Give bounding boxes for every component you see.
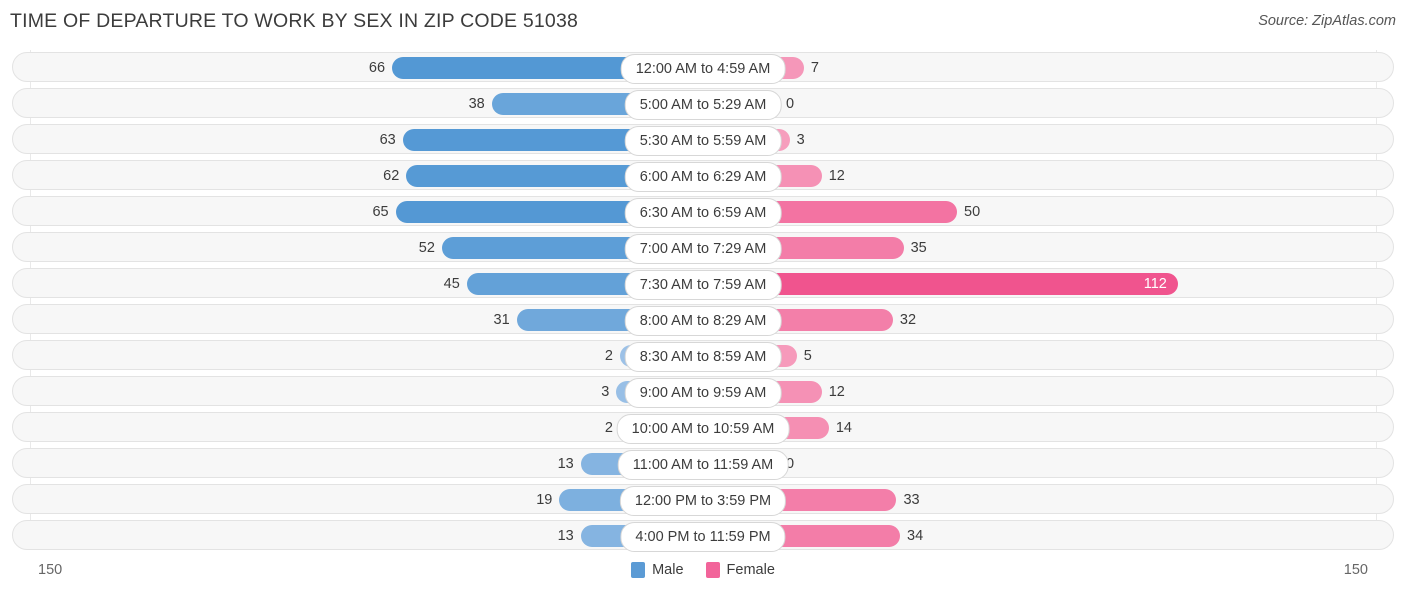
source-attribution: Source: ZipAtlas.com (1258, 13, 1396, 29)
bar-value-female: 14 (835, 420, 852, 436)
category-label: 6:00 AM to 6:29 AM (624, 162, 782, 192)
bar-value-female: 3 (796, 132, 805, 148)
table-row[interactable]: 38 0 5:00 AM to 5:29 AM (12, 88, 1394, 120)
bar-value-female: 112 (1143, 276, 1167, 292)
chart-footer: 150 150 Male Female (0, 552, 1406, 595)
category-label: 12:00 PM to 3:59 PM (619, 486, 787, 516)
table-row[interactable]: 13 34 4:00 PM to 11:59 PM (12, 520, 1394, 552)
table-row[interactable]: 31 32 8:00 AM to 8:29 AM (12, 304, 1394, 336)
category-label: 9:00 AM to 9:59 AM (624, 378, 782, 408)
category-label: 6:30 AM to 6:59 AM (624, 198, 782, 228)
bar-value-female: 35 (910, 240, 927, 256)
bar-value-male: 45 (443, 276, 460, 292)
chart-plot-area: 66 7 12:00 AM to 4:59 AM 38 0 5:00 AM to 5:29… (0, 46, 1406, 552)
table-row[interactable]: 62 12 6:00 AM to 6:29 AM (12, 160, 1394, 192)
bar-value-female: 0 (786, 96, 795, 112)
legend-swatch-male-icon (631, 562, 646, 578)
bar-value-female: 50 (964, 204, 981, 220)
bar-value-male: 65 (372, 204, 389, 220)
category-label: 5:00 AM to 5:29 AM (624, 90, 782, 120)
table-row[interactable]: 66 7 12:00 AM to 4:59 AM (12, 52, 1394, 84)
table-row[interactable]: 3 12 9:00 AM to 9:59 AM (12, 376, 1394, 408)
bar-value-female: 5 (803, 348, 812, 364)
legend-label-male: Male (652, 562, 684, 578)
table-row[interactable]: 63 3 5:30 AM to 5:59 AM (12, 124, 1394, 156)
category-label: 10:00 AM to 10:59 AM (616, 414, 790, 444)
category-label: 8:30 AM to 8:59 AM (624, 342, 782, 372)
bar-value-male: 66 (368, 60, 386, 76)
bar-value-male: 63 (379, 132, 396, 148)
bar-value-female: 33 (903, 492, 920, 508)
table-row[interactable]: 65 50 6:30 AM to 6:59 AM (12, 196, 1394, 228)
bar-value-male: 38 (468, 96, 485, 112)
chart-header: TIME OF DEPARTURE TO WORK BY SEX IN ZIP … (0, 0, 1406, 46)
category-label: 5:30 AM to 5:59 AM (624, 126, 782, 156)
bar-value-female: 34 (907, 528, 924, 544)
bar-value-female: 32 (899, 312, 917, 328)
table-row[interactable]: 52 35 7:00 AM to 7:29 AM (12, 232, 1394, 264)
legend-label-female: Female (726, 562, 775, 578)
category-label: 8:00 AM to 8:29 AM (624, 306, 782, 336)
table-row[interactable]: 2 14 10:00 AM to 10:59 AM (12, 412, 1394, 444)
legend-item-male[interactable]: Male (631, 562, 684, 578)
bar-value-male: 52 (418, 240, 435, 256)
category-label: 7:00 AM to 7:29 AM (624, 234, 782, 264)
bar-value-male: 62 (383, 168, 400, 184)
bar-value-female: 7 (810, 60, 819, 76)
category-label: 4:00 PM to 11:59 PM (620, 522, 786, 552)
bar-value-male: 31 (493, 312, 510, 328)
bar-value-male: 3 (601, 384, 610, 400)
table-row[interactable]: 2 5 8:30 AM to 8:59 AM (12, 340, 1394, 372)
bar-value-male: 19 (536, 492, 553, 508)
legend-item-female[interactable]: Female (705, 562, 775, 578)
table-row[interactable]: 19 33 12:00 PM to 3:59 PM (12, 484, 1394, 516)
bar-value-female: 12 (828, 168, 845, 184)
bar-female[interactable] (716, 273, 1178, 295)
table-row[interactable]: 13 0 11:00 AM to 11:59 AM (12, 448, 1394, 480)
category-label: 11:00 AM to 11:59 AM (617, 450, 789, 480)
page-title: TIME OF DEPARTURE TO WORK BY SEX IN ZIP … (10, 10, 579, 32)
table-row[interactable]: 45 112 7:30 AM to 7:59 AM (12, 268, 1394, 300)
bar-value-male: 2 (604, 420, 613, 436)
category-label: 7:30 AM to 7:59 AM (624, 270, 782, 300)
legend-swatch-female-icon (705, 562, 720, 578)
category-label: 12:00 AM to 4:59 AM (620, 54, 786, 84)
bar-value-male: 13 (557, 528, 574, 544)
chart-legend: Male Female (0, 562, 1406, 578)
bar-value-male: 13 (557, 456, 574, 472)
bar-value-female: 12 (828, 384, 845, 400)
bar-value-male: 2 (604, 348, 613, 364)
